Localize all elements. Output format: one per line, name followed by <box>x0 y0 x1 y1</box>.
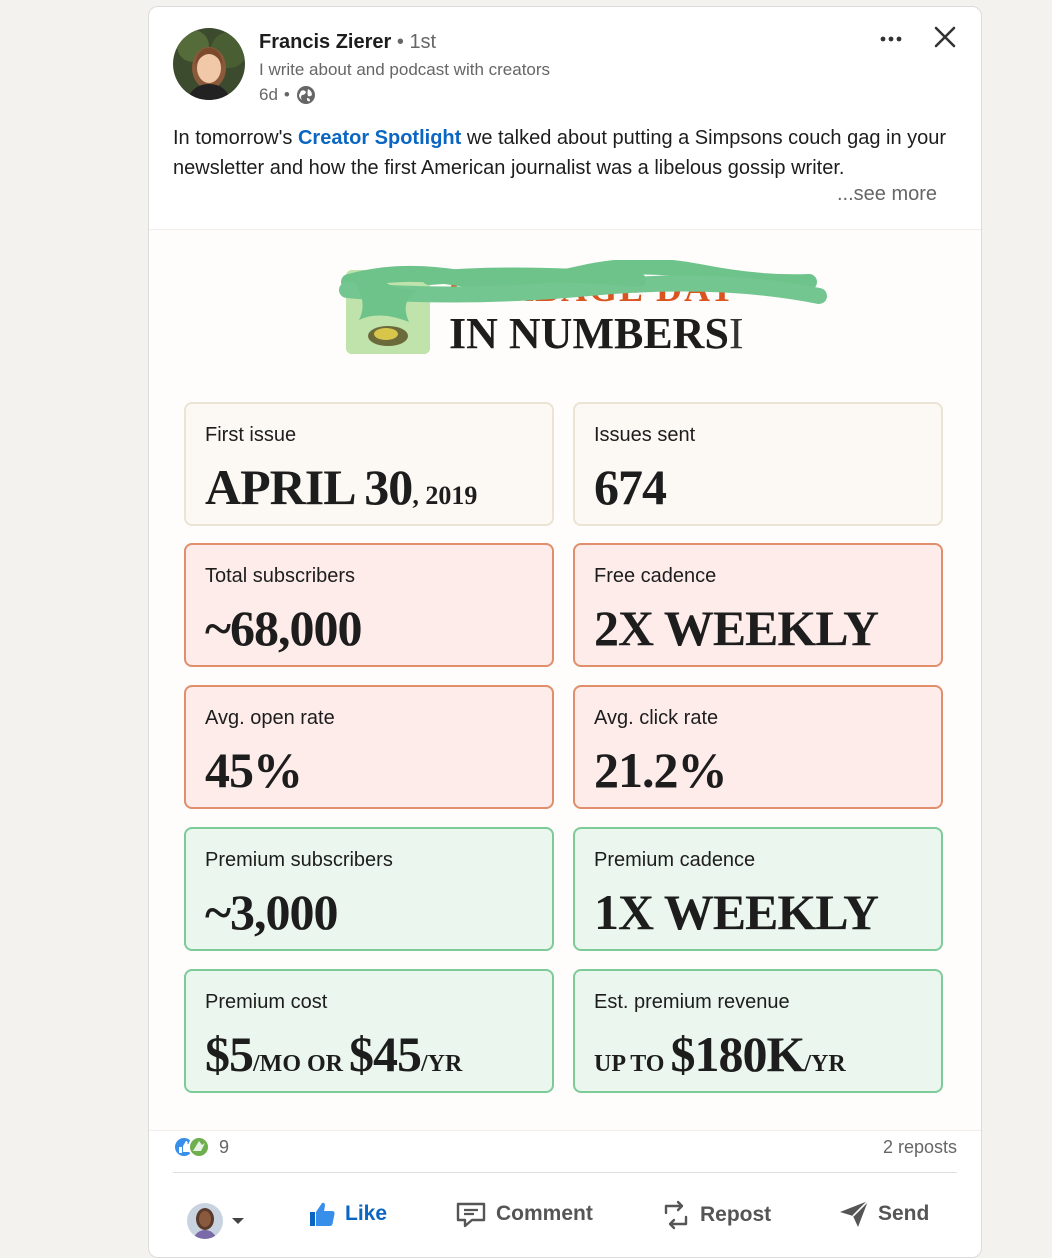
author-name[interactable]: Francis Zierer <box>259 31 391 53</box>
revenue-amount: $180K <box>670 1026 805 1082</box>
stat-label: Avg. click rate <box>594 707 719 729</box>
more-options-icon <box>880 36 902 42</box>
stat-label: Free cadence <box>594 565 717 587</box>
like-label: Like <box>345 1202 388 1225</box>
degree-separator: • <box>396 31 404 53</box>
stat-value: $5/MO OR $45/YR <box>205 1025 462 1083</box>
stat-premium-cadence: Premium cadence 1X WEEKLY <box>573 827 943 951</box>
feed-post-card: Francis Zierer • 1st I write about and p… <box>148 6 982 1258</box>
thumbs-up-icon <box>310 1202 335 1226</box>
comment-label: Comment <box>496 1202 593 1225</box>
monthly-price: $5 <box>205 1026 254 1082</box>
stat-label: Premium cost <box>205 991 328 1013</box>
close-button[interactable] <box>929 21 961 53</box>
stat-open-rate: Avg. open rate 45% <box>184 685 554 809</box>
send-icon <box>840 1200 869 1227</box>
post-age: 6d <box>259 85 278 104</box>
stat-issues-sent: Issues sent 674 <box>573 402 943 526</box>
monthly-unit: /MO <box>253 1051 301 1077</box>
reaction-count: 9 <box>219 1136 230 1157</box>
repost-button[interactable]: Repost <box>660 1199 771 1231</box>
stat-label: Premium subscribers <box>205 849 393 871</box>
post-image[interactable]: GARBAGE DAY IN NUMBERSI First issue APRI… <box>149 229 981 1131</box>
like-button[interactable]: Like <box>307 1199 387 1229</box>
yearly-unit: /YR <box>421 1051 463 1077</box>
send-label: Send <box>878 1202 930 1225</box>
author-headline: I write about and podcast with creators <box>259 60 551 79</box>
yearly-price: $45 <box>349 1026 422 1082</box>
post-actions: Like Comment Repost Send <box>149 1193 981 1249</box>
stat-total-subscribers: Total subscribers ~68,000 <box>184 543 554 667</box>
meta-separator: • <box>283 85 290 104</box>
text-cursor: I <box>728 309 744 358</box>
revenue-unit: /YR <box>804 1051 846 1077</box>
stat-label: First issue <box>205 424 297 446</box>
reactions-summary[interactable]: 9 <box>173 1135 229 1159</box>
stat-label: Est. premium revenue <box>594 991 790 1013</box>
author-line: Francis Zierer • 1st <box>259 31 436 54</box>
stat-value: 1X WEEKLY <box>594 884 879 940</box>
stat-value-main: APRIL 30 <box>205 459 413 515</box>
creator-spotlight-link[interactable]: Creator Spotlight <box>298 127 461 149</box>
stat-free-cadence: Free cadence 2X WEEKLY <box>573 543 943 667</box>
stat-value: 674 <box>594 459 667 515</box>
divider <box>173 1172 957 1173</box>
stat-value: UP TO $180K/YR <box>594 1025 846 1083</box>
comment-icon <box>456 1202 486 1228</box>
or-text: OR <box>301 1051 349 1077</box>
revenue-prefix: UP TO <box>594 1051 671 1077</box>
stat-value: 21.2% <box>594 742 727 798</box>
send-button[interactable]: Send <box>838 1199 929 1229</box>
globe-icon <box>296 85 316 105</box>
comment-button[interactable]: Comment <box>454 1199 593 1229</box>
stat-first-issue: First issue APRIL 30, 2019 <box>184 402 554 526</box>
stat-value: 45% <box>205 742 303 798</box>
post-body-text: In tomorrow's Creator Spotlight we talke… <box>173 123 953 183</box>
stat-value: 2X WEEKLY <box>594 600 879 656</box>
post-text-start: In tomorrow's <box>173 127 298 149</box>
image-title-text: IN NUMBERS <box>449 309 729 358</box>
stat-premium-cost: Premium cost $5/MO OR $45/YR <box>184 969 554 1093</box>
reaction-icons <box>173 1135 213 1159</box>
post-meta: 6d • <box>259 85 316 105</box>
stat-value-year: , 2019 <box>412 481 478 510</box>
stat-label: Total subscribers <box>205 565 356 587</box>
stat-click-rate: Avg. click rate 21.2% <box>573 685 943 809</box>
reposts-count[interactable]: 2 reposts <box>883 1137 957 1158</box>
stat-label: Avg. open rate <box>205 707 335 729</box>
see-more-link[interactable]: ...see more <box>837 183 937 206</box>
stat-label: Premium cadence <box>594 849 756 871</box>
close-icon <box>934 26 956 48</box>
repost-label: Repost <box>700 1203 772 1226</box>
connection-degree: 1st <box>409 31 437 53</box>
stat-value: APRIL 30, 2019 <box>205 458 477 516</box>
stat-premium-subscribers: Premium subscribers ~3,000 <box>184 827 554 951</box>
more-options-button[interactable] <box>869 23 913 53</box>
stat-premium-revenue: Est. premium revenue UP TO $180K/YR <box>573 969 943 1093</box>
repost-icon <box>664 1200 688 1230</box>
stat-value: ~3,000 <box>205 884 339 940</box>
stat-value: ~68,000 <box>205 600 363 656</box>
author-avatar[interactable] <box>173 28 245 100</box>
stat-label: Issues sent <box>594 424 696 446</box>
image-title: IN NUMBERSI <box>449 308 744 359</box>
